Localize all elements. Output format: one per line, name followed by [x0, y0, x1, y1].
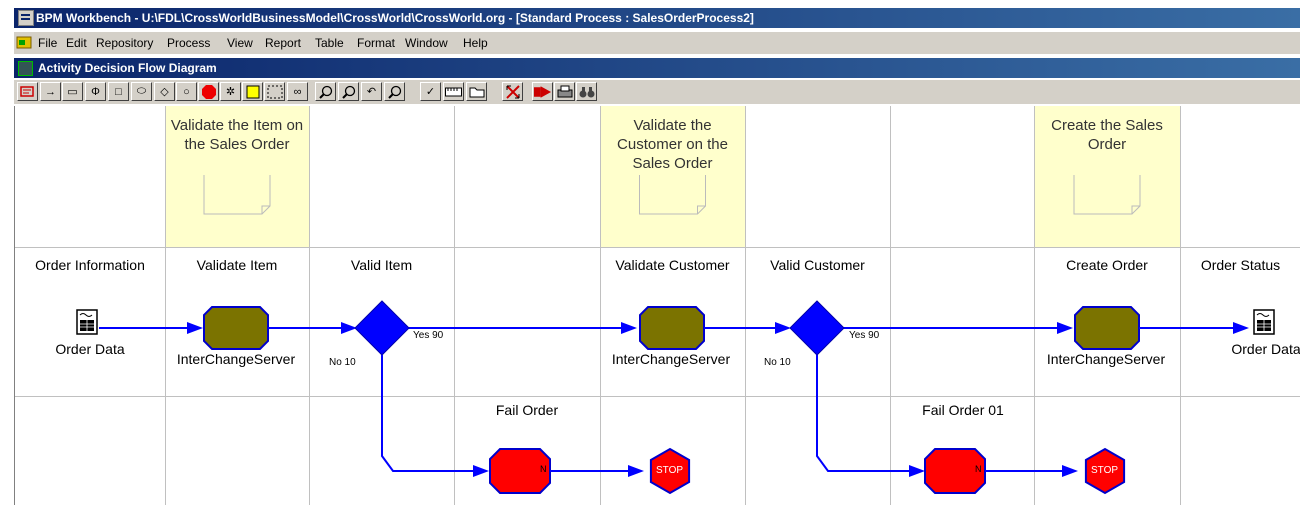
arrowhead [621, 322, 637, 334]
no-label: No 10 [329, 357, 356, 368]
rounded-rect-tool-icon[interactable]: ▭ [62, 82, 83, 101]
diagram-window-title: Activity Decision Flow Diagram [38, 61, 217, 75]
arrowhead [187, 322, 203, 334]
note-text: Validate the Customer on the Sales Order [617, 117, 728, 172]
phi-tool-icon[interactable]: Φ [85, 82, 106, 101]
valid-item-decision[interactable] [354, 300, 410, 356]
no-label: No 10 [764, 357, 791, 368]
menu-table[interactable]: Table [315, 36, 344, 50]
diagram-window-titlebar: Activity Decision Flow Diagram [14, 58, 1300, 78]
fit-icon[interactable] [502, 82, 523, 101]
lane-label: Valid Item [350, 257, 413, 273]
stop-tool-icon[interactable] [198, 82, 219, 101]
menu-edit[interactable]: Edit [66, 36, 87, 50]
yes-label: Yes 90 [849, 330, 880, 341]
link-tool-icon[interactable]: ∞ [287, 82, 308, 101]
create-order-task[interactable] [1074, 306, 1140, 350]
yes-label: Yes 90 [413, 330, 444, 341]
rect-tool-icon[interactable]: □ [108, 82, 129, 101]
menu-view[interactable]: View [227, 36, 253, 50]
menu-report[interactable]: Report [265, 36, 301, 50]
app-menu-icon[interactable] [16, 34, 32, 50]
order-data-label: Order Data [55, 341, 125, 357]
circle-tool-icon[interactable]: ○ [176, 82, 197, 101]
task-server-label: InterChangeServer [611, 351, 731, 367]
undo-icon[interactable]: ↶ [361, 82, 382, 101]
connector-tool-icon[interactable]: → [40, 82, 61, 101]
app-icon[interactable] [18, 10, 34, 26]
lane-label: Validate Item [196, 257, 278, 273]
stop-label: STOP [1091, 465, 1119, 476]
ellipse-tool-icon[interactable]: ⬭ [131, 82, 152, 101]
diagram-window-icon[interactable] [18, 61, 33, 76]
lane-label: Order Status [1200, 257, 1281, 273]
fail-node-letter: N [975, 464, 982, 474]
arrowhead [775, 322, 791, 334]
arrowhead [909, 465, 925, 477]
validate-item-task[interactable] [203, 306, 269, 350]
order-data-output-label: Order Data [1231, 341, 1300, 357]
menu-file[interactable]: File [38, 36, 57, 50]
menu-repository[interactable]: Repository [96, 36, 153, 50]
arrowhead [1062, 465, 1078, 477]
print-icon[interactable] [554, 82, 575, 101]
check-icon[interactable]: ✓ [420, 82, 441, 101]
menu-help[interactable]: Help [463, 36, 488, 50]
arrowhead [1233, 322, 1249, 334]
zoom-in-icon[interactable] [338, 82, 359, 101]
folder-icon[interactable] [466, 82, 487, 101]
arrowhead [628, 465, 644, 477]
gear-tool-icon[interactable]: ✲ [220, 82, 241, 101]
dashed-box-tool-icon[interactable] [264, 82, 285, 101]
note-text: Create the Sales Order [1051, 117, 1163, 153]
diagram-canvas[interactable]: Validate the Item on the Sales Order Vali… [14, 106, 1300, 505]
task-server-label: InterChangeServer [1046, 351, 1166, 367]
lane-label: Create Order [1066, 257, 1148, 273]
diamond-tool-icon[interactable]: ◇ [154, 82, 175, 101]
run-icon[interactable] [532, 82, 553, 101]
select-tool-icon[interactable] [17, 82, 38, 101]
note-text: Validate the Item on the Sales Order [170, 117, 304, 153]
validate-customer-task[interactable] [639, 306, 705, 350]
fail-node-letter: N [540, 464, 547, 474]
toolbar: → ▭ Φ □ ⬭ ◇ ○ ✲ ∞ ↶ ✓ [14, 80, 1300, 104]
window-titlebar: BPM Workbench - U:\FDL\CrossWorldBusines… [0, 0, 1300, 32]
fail-order-label: Fail Order 01 [922, 402, 1004, 418]
menu-process[interactable]: Process [167, 36, 210, 50]
fail-order-label: Fail Order [495, 402, 559, 418]
lane-label: Validate Customer [615, 257, 730, 273]
menu-window[interactable]: Window [405, 36, 448, 50]
valid-customer-decision[interactable] [789, 300, 845, 356]
zoom-out-icon[interactable] [315, 82, 336, 101]
order-data-icon[interactable] [76, 309, 98, 335]
stop-label: STOP [656, 465, 684, 476]
arrowhead [473, 465, 489, 477]
menu-format[interactable]: Format [357, 36, 395, 50]
arrowhead [1057, 322, 1073, 334]
menu-bar: File Edit Repository Process View Report… [14, 32, 1300, 54]
lane-label: Valid Customer [770, 257, 865, 273]
order-data-output-icon[interactable] [1253, 309, 1275, 335]
window-title: BPM Workbench - U:\FDL\CrossWorldBusines… [36, 11, 754, 25]
lane-label: Order Information [35, 257, 145, 273]
binoculars-icon[interactable] [576, 82, 597, 101]
note-tool-icon[interactable] [242, 82, 263, 101]
ruler-icon[interactable] [443, 82, 464, 101]
task-server-label: InterChangeServer [176, 351, 296, 367]
find-icon[interactable] [384, 82, 405, 101]
